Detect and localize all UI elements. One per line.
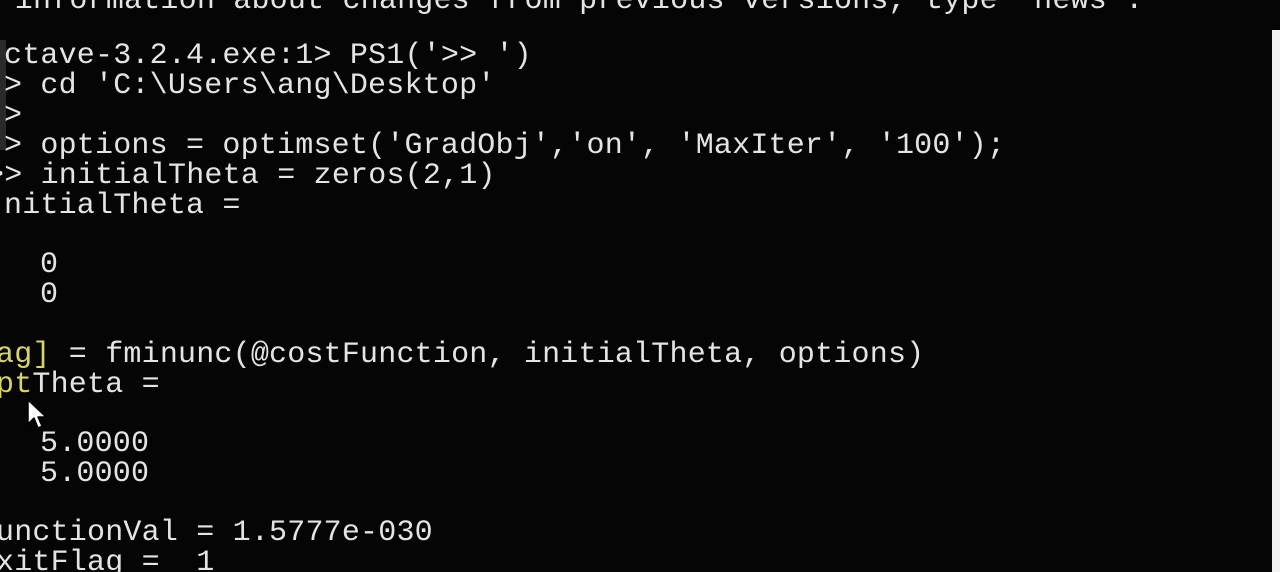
terminal-line-news-info: For information about changes from previ… bbox=[0, 0, 1144, 18]
terminal-line-optimset-command: > options = optimset('GradObj','on', 'Ma… bbox=[4, 129, 1006, 163]
terminal-line-initialtheta-label: nitialTheta = bbox=[4, 189, 241, 223]
terminal-line-theta-value-1: 0 bbox=[40, 248, 59, 282]
octave-terminal-window[interactable]: For information about changes from previ… bbox=[0, 0, 1280, 572]
terminal-line-exitflag: xitFlag = 1 bbox=[0, 546, 215, 572]
terminal-line-empty-prompt: > bbox=[4, 99, 23, 133]
mouse-pointer-icon bbox=[27, 399, 47, 429]
terminal-line-cd-command: > cd 'C:\Users\ang\Desktop' bbox=[4, 69, 496, 103]
fminunc-output-var-fragment: ag] bbox=[0, 338, 51, 372]
terminal-line-zeros-command: >> initialTheta = zeros(2,1) bbox=[0, 161, 496, 191]
terminal-line-fminunc-command: ag] = fminunc(@costFunction, initialThet… bbox=[0, 340, 924, 370]
terminal-line-opttheta-value-2: 5.0000 bbox=[40, 457, 150, 491]
opttheta-label-fragment: pt bbox=[0, 368, 33, 402]
opttheta-label-text: Theta = bbox=[32, 368, 160, 402]
window-right-border bbox=[1272, 30, 1280, 572]
terminal-line-opttheta-value-1: 5.0000 bbox=[40, 427, 150, 461]
terminal-line-ps1-command: ctave-3.2.4.exe:1> PS1('>> ') bbox=[4, 39, 532, 73]
zeros-command-text: > initialTheta = zeros(2,1) bbox=[4, 159, 496, 193]
terminal-line-opttheta-label: ptTheta = bbox=[0, 370, 160, 400]
terminal-line-functionval: unctionVal = 1.5777e-030 bbox=[0, 516, 433, 550]
fminunc-command-text: = fminunc(@costFunction, initialTheta, o… bbox=[50, 338, 925, 372]
terminal-line-theta-value-2: 0 bbox=[40, 278, 59, 312]
